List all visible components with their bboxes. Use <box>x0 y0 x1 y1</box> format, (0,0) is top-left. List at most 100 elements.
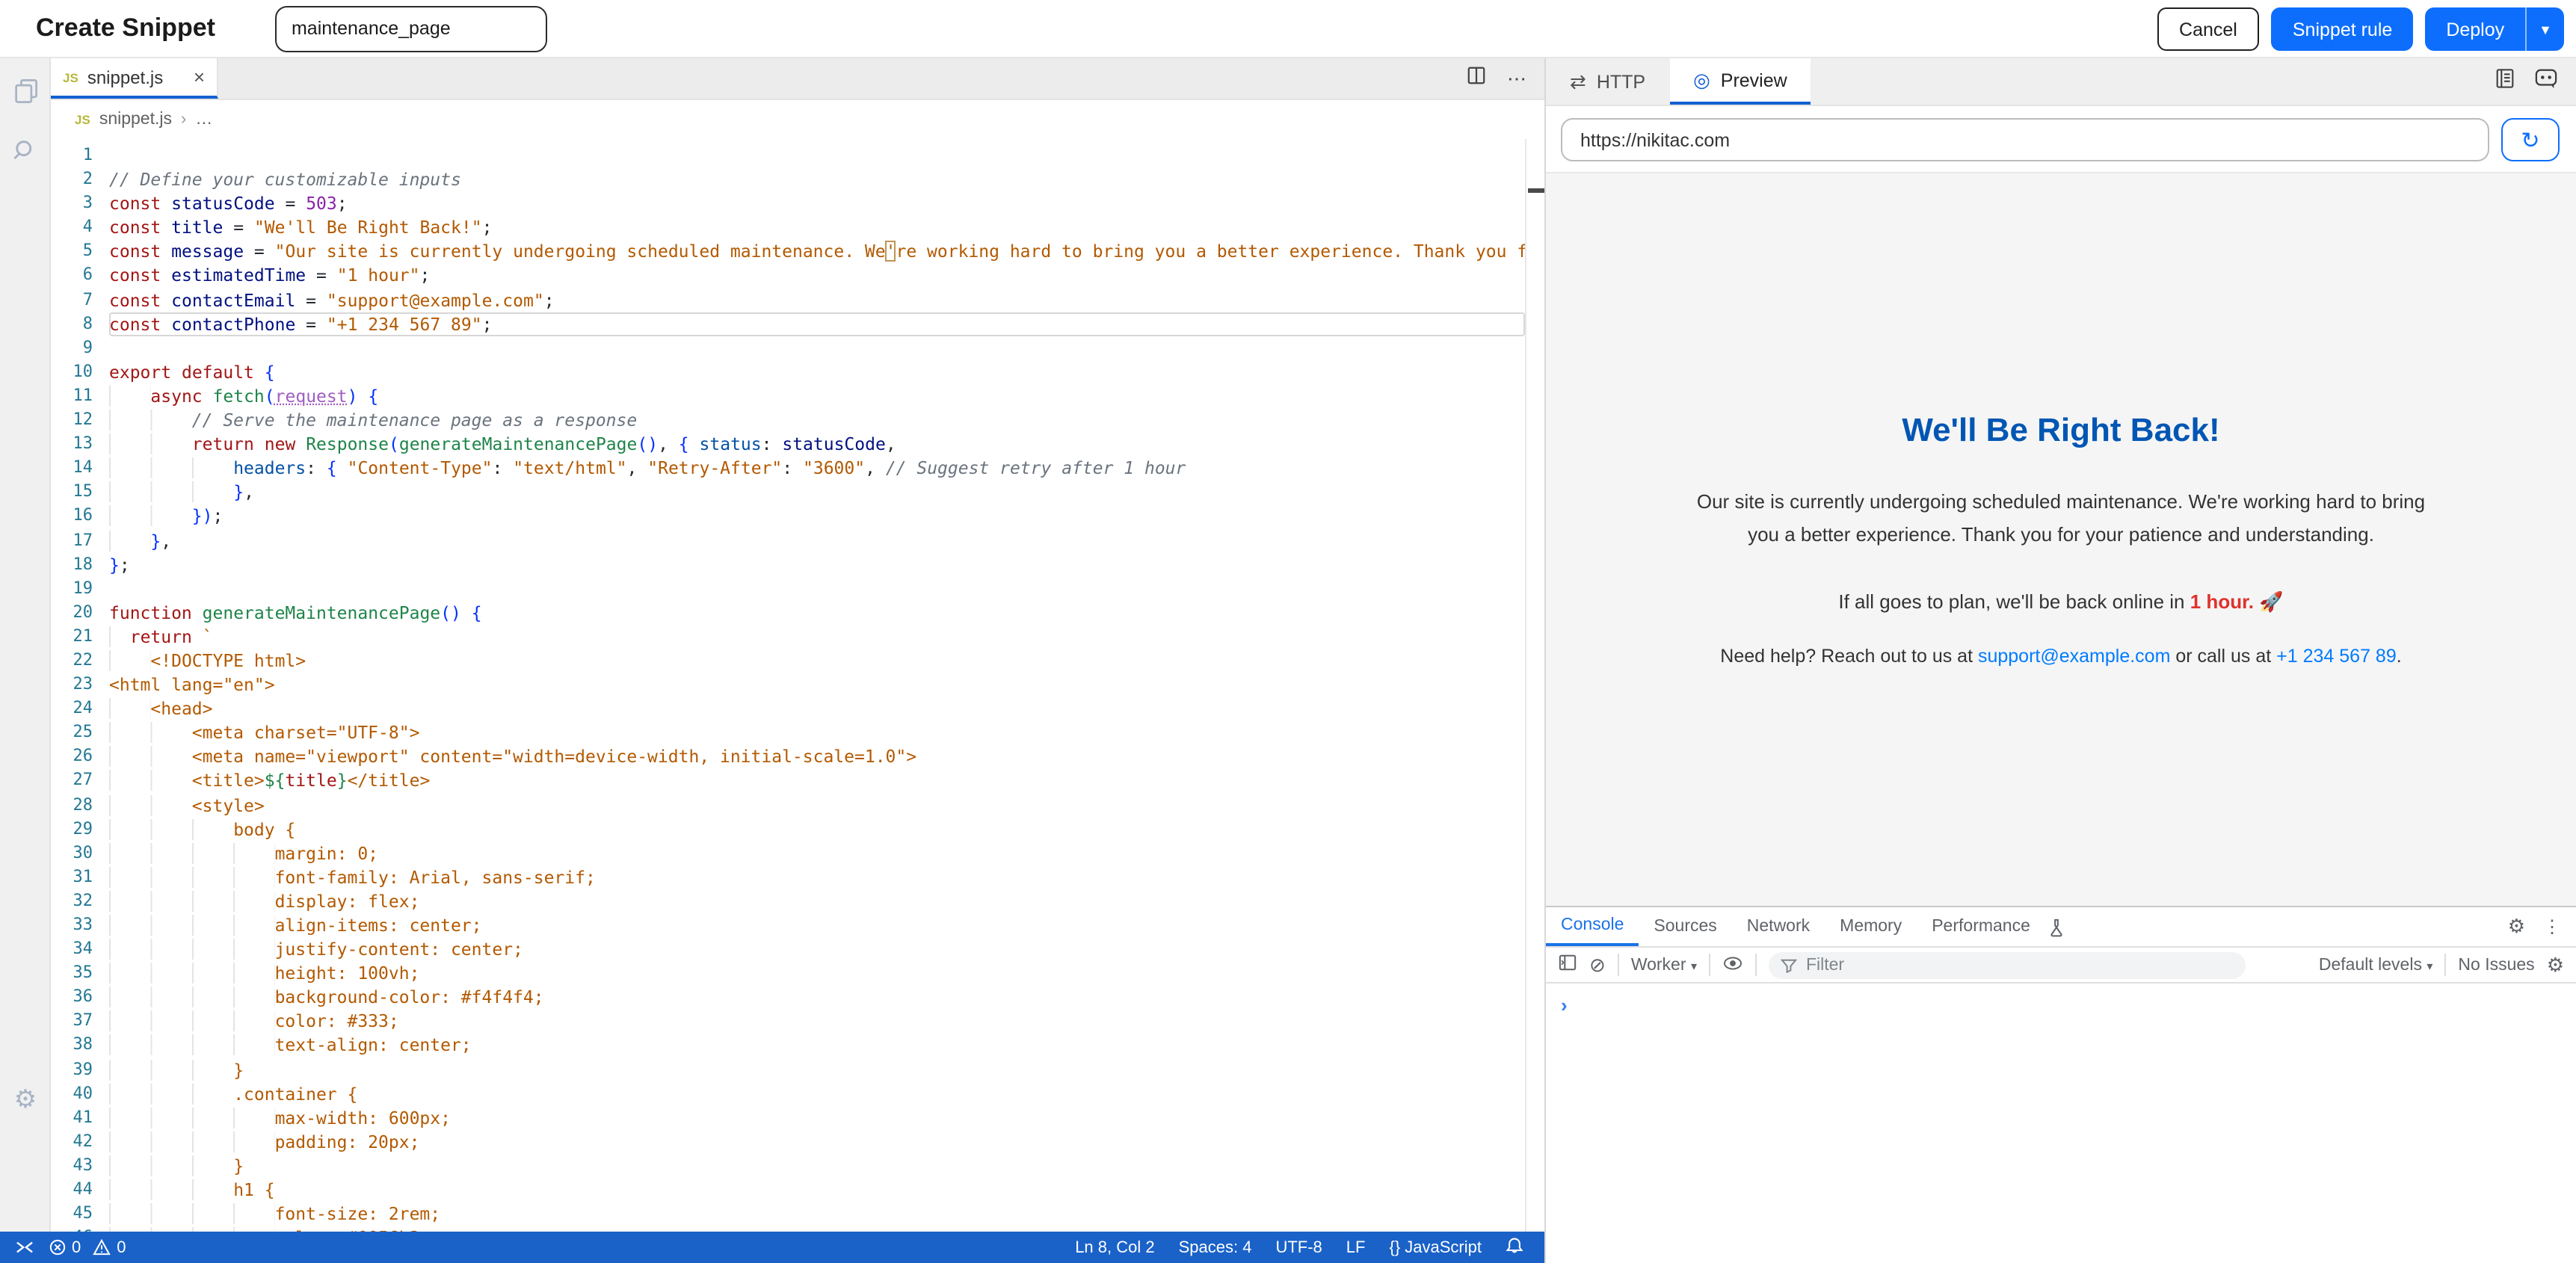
clear-console-icon[interactable]: ⊘ <box>1589 953 1606 977</box>
code-line[interactable]: 41 max-width: 600px; <box>51 1106 1525 1130</box>
console-filter-input[interactable]: Filter <box>1769 951 2246 978</box>
code-line[interactable]: 34 justify-content: center; <box>51 937 1525 961</box>
live-expression-eye-icon[interactable] <box>1722 954 1743 975</box>
code-line[interactable]: 3const statusCode = 503; <box>51 191 1525 215</box>
code-line[interactable]: 24 <head> <box>51 697 1525 720</box>
code-line[interactable]: 6const estimatedTime = "1 hour"; <box>51 264 1525 288</box>
log-levels-selector[interactable]: Default levels ▾ <box>2319 956 2433 974</box>
code-line[interactable]: 25 <meta charset="UTF-8"> <box>51 721 1525 745</box>
code-line[interactable]: 28 <style> <box>51 793 1525 817</box>
console-output[interactable]: › <box>1546 983 2576 1019</box>
code-line[interactable]: 4const title = "We'll Be Right Back!"; <box>51 216 1525 240</box>
code-line[interactable]: 21 return ` <box>51 625 1525 649</box>
deploy-dropdown-caret-icon[interactable]: ▼ <box>2525 7 2564 51</box>
code-line[interactable]: 9 <box>51 336 1525 360</box>
code-line[interactable]: 29 body { <box>51 817 1525 841</box>
code-line[interactable]: 7const contactEmail = "support@example.c… <box>51 288 1525 312</box>
tab-http[interactable]: ⇄ HTTP <box>1546 58 1669 105</box>
code-line[interactable]: 15 }, <box>51 481 1525 504</box>
close-icon[interactable]: × <box>194 67 205 87</box>
code-line[interactable]: 13 return new Response(generateMaintenan… <box>51 432 1525 456</box>
code-line[interactable]: 44 h1 { <box>51 1178 1525 1202</box>
bell-icon[interactable] <box>1506 1235 1523 1259</box>
devtools-tab-console[interactable]: Console <box>1546 907 1639 946</box>
console-prompt[interactable]: › <box>1561 994 1568 1016</box>
files-icon[interactable] <box>10 76 40 106</box>
preview-url-input[interactable] <box>1561 118 2489 161</box>
breadcrumb-more[interactable]: … <box>195 111 212 129</box>
code-line[interactable]: 32 display: flex; <box>51 889 1525 913</box>
encoding-setting[interactable]: UTF-8 <box>1275 1238 1322 1256</box>
discord-icon[interactable] <box>2534 67 2558 96</box>
split-editor-icon[interactable] <box>1467 65 1486 92</box>
remote-icon[interactable] <box>15 1239 34 1256</box>
devtools-tab-performance[interactable]: Performance <box>1917 907 2045 946</box>
code-line[interactable]: 1 <box>51 143 1525 167</box>
code-line[interactable]: 19 <box>51 576 1525 600</box>
code-line[interactable]: 14 headers: { "Content-Type": "text/html… <box>51 456 1525 480</box>
indentation-setting[interactable]: Spaces: 4 <box>1179 1238 1252 1256</box>
code-area[interactable]: 12// Define your customizable inputs3con… <box>51 139 1525 1232</box>
snippet-rule-button[interactable]: Snippet rule <box>2272 7 2413 51</box>
cancel-button[interactable]: Cancel <box>2157 7 2260 51</box>
code-line[interactable]: 46 color: #0056b3; <box>51 1226 1525 1232</box>
code-line[interactable]: 27 <title>${title}</title> <box>51 769 1525 793</box>
devtools-kebab-icon[interactable]: ⋮ <box>2543 916 2561 937</box>
eol-setting[interactable]: LF <box>1346 1238 1366 1256</box>
more-actions-icon[interactable]: ⋯ <box>1507 69 1526 88</box>
code-line[interactable]: 31 font-family: Arial, sans-serif; <box>51 865 1525 889</box>
code-line[interactable]: 12 // Serve the maintenance page as a re… <box>51 408 1525 432</box>
code-line[interactable]: 17 }, <box>51 528 1525 552</box>
code-line[interactable]: 18}; <box>51 552 1525 576</box>
code-line[interactable]: 39 } <box>51 1057 1525 1081</box>
code-line[interactable]: 45 font-size: 2rem; <box>51 1202 1525 1226</box>
problems-indicator[interactable]: 0 0 <box>49 1238 126 1256</box>
tab-preview[interactable]: ◎ Preview <box>1669 58 1811 105</box>
code-line[interactable]: 5const message = "Our site is currently … <box>51 240 1525 264</box>
deploy-label[interactable]: Deploy <box>2425 7 2525 51</box>
code-line[interactable]: 37 color: #333; <box>51 1010 1525 1034</box>
code-line[interactable]: 43 } <box>51 1154 1525 1178</box>
issues-counter[interactable]: No Issues <box>2458 956 2534 974</box>
settings-gear-icon[interactable]: ⚙ <box>10 1085 40 1115</box>
support-email-link[interactable]: support@example.com <box>1978 646 2170 667</box>
docs-book-icon[interactable] <box>2494 67 2516 96</box>
console-settings-gear-icon[interactable]: ⚙ <box>2547 953 2564 977</box>
code-line[interactable]: 11 async fetch(request) { <box>51 384 1525 408</box>
code-line[interactable]: 23<html lang="en"> <box>51 673 1525 697</box>
line-number: 38 <box>51 1034 109 1057</box>
code-line[interactable]: 33 align-items: center; <box>51 913 1525 937</box>
devtools-tab-memory[interactable]: Memory <box>1825 907 1917 946</box>
breadcrumb-file[interactable]: snippet.js <box>99 111 172 129</box>
line-number: 3 <box>51 191 109 215</box>
code-line[interactable]: 16 }); <box>51 504 1525 528</box>
code-line[interactable]: 8const contactPhone = "+1 234 567 89"; <box>51 312 1525 336</box>
code-line[interactable]: 40 .container { <box>51 1081 1525 1105</box>
code-line[interactable]: 42 padding: 20px; <box>51 1130 1525 1154</box>
code-line[interactable]: 22 <!DOCTYPE html> <box>51 649 1525 673</box>
console-sidebar-icon[interactable] <box>1558 954 1577 976</box>
line-number: 21 <box>51 625 109 649</box>
refresh-button[interactable]: ↻ <box>2501 118 2560 161</box>
snippet-name-input[interactable] <box>275 5 547 52</box>
code-line[interactable]: 2// Define your customizable inputs <box>51 167 1525 191</box>
deploy-button[interactable]: Deploy ▼ <box>2425 7 2564 51</box>
language-mode[interactable]: {} JavaScript <box>1389 1238 1482 1256</box>
search-icon[interactable] <box>10 136 40 166</box>
code-line[interactable]: 38 text-align: center; <box>51 1034 1525 1057</box>
cursor-position[interactable]: Ln 8, Col 2 <box>1075 1238 1154 1256</box>
devtools-tab-network[interactable]: Network <box>1732 907 1825 946</box>
code-line[interactable]: 35 height: 100vh; <box>51 961 1525 985</box>
support-phone-link[interactable]: +1 234 567 89 <box>2276 646 2397 667</box>
devtools-tab-sources[interactable]: Sources <box>1639 907 1731 946</box>
editor-overview-ruler[interactable] <box>1525 139 1544 1232</box>
code-line[interactable]: 26 <meta name="viewport" content="width=… <box>51 745 1525 769</box>
code-line[interactable]: 20function generateMaintenancePage() { <box>51 601 1525 625</box>
code-line[interactable]: 10export default { <box>51 360 1525 384</box>
console-context-selector[interactable]: Worker ▾ <box>1631 956 1697 974</box>
tab-snippet-js[interactable]: JS snippet.js × <box>51 58 218 99</box>
code-line[interactable]: 30 margin: 0; <box>51 841 1525 865</box>
flask-icon[interactable] <box>2048 907 2065 946</box>
code-line[interactable]: 36 background-color: #f4f4f4; <box>51 986 1525 1010</box>
devtools-gear-icon[interactable]: ⚙ <box>2508 915 2525 939</box>
